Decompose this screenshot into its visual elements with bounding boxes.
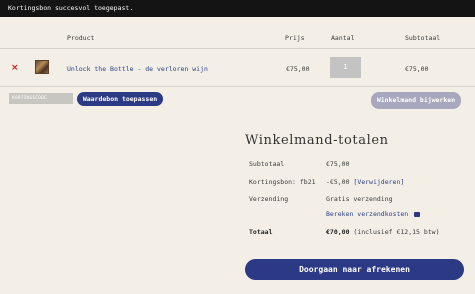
table-divider (0, 86, 475, 87)
shipping-calculator[interactable]: Bereken verzendkosten (326, 210, 421, 218)
checkout-button[interactable]: Doorgaan naar afrekenen (245, 259, 464, 280)
truck-icon (414, 212, 421, 217)
shipping-label: Verzending (249, 195, 289, 203)
shipping-value: Gratis verzending (326, 195, 393, 203)
discount-value-group: -€5,00 [Verwijderen] (326, 178, 404, 186)
subtotal-label: Subtotaal (249, 160, 285, 168)
discount-label: Kortingsbon: fb21 (249, 178, 316, 186)
table-row: × Unlock the Bottle - de verloren wijn €… (0, 50, 475, 86)
tax-note: (inclusief €12,15 btw) (353, 228, 440, 236)
remove-coupon-link[interactable]: [Verwijderen] (353, 178, 404, 186)
cart-totals-title: Winkelmand-totalen (245, 133, 389, 148)
close-icon[interactable]: × (11, 63, 19, 73)
column-quantity: Aantal (331, 34, 355, 42)
column-price: Prijs (285, 34, 305, 42)
subtotal-value: €75,00 (326, 160, 350, 168)
total-label: Totaal (249, 228, 273, 236)
product-link[interactable]: Unlock the Bottle - de verloren wijn (67, 65, 208, 73)
item-subtotal: €75,00 (405, 65, 429, 73)
discount-value: -€5,00 (326, 178, 350, 186)
table-divider (0, 48, 475, 49)
coupon-input[interactable]: KORTINGSCODE (9, 93, 73, 104)
total-value-group: €70,00 (inclusief €12,15 btw) (326, 228, 440, 236)
apply-coupon-button[interactable]: Waardebon toepassen (77, 92, 163, 106)
column-product: Product (67, 34, 95, 42)
quantity-input[interactable]: 1 (330, 57, 361, 78)
column-subtotal: Subtotaal (405, 34, 441, 42)
calculate-shipping-link[interactable]: Bereken verzendkosten (326, 210, 408, 218)
product-thumbnail[interactable] (35, 60, 49, 74)
total-value: €70,00 (326, 228, 350, 236)
item-price: €75,00 (286, 65, 310, 73)
success-notice: Kortingsbon succesvol toegepast. (0, 0, 475, 17)
update-cart-button[interactable]: Winkelmand bijwerken (371, 92, 461, 109)
